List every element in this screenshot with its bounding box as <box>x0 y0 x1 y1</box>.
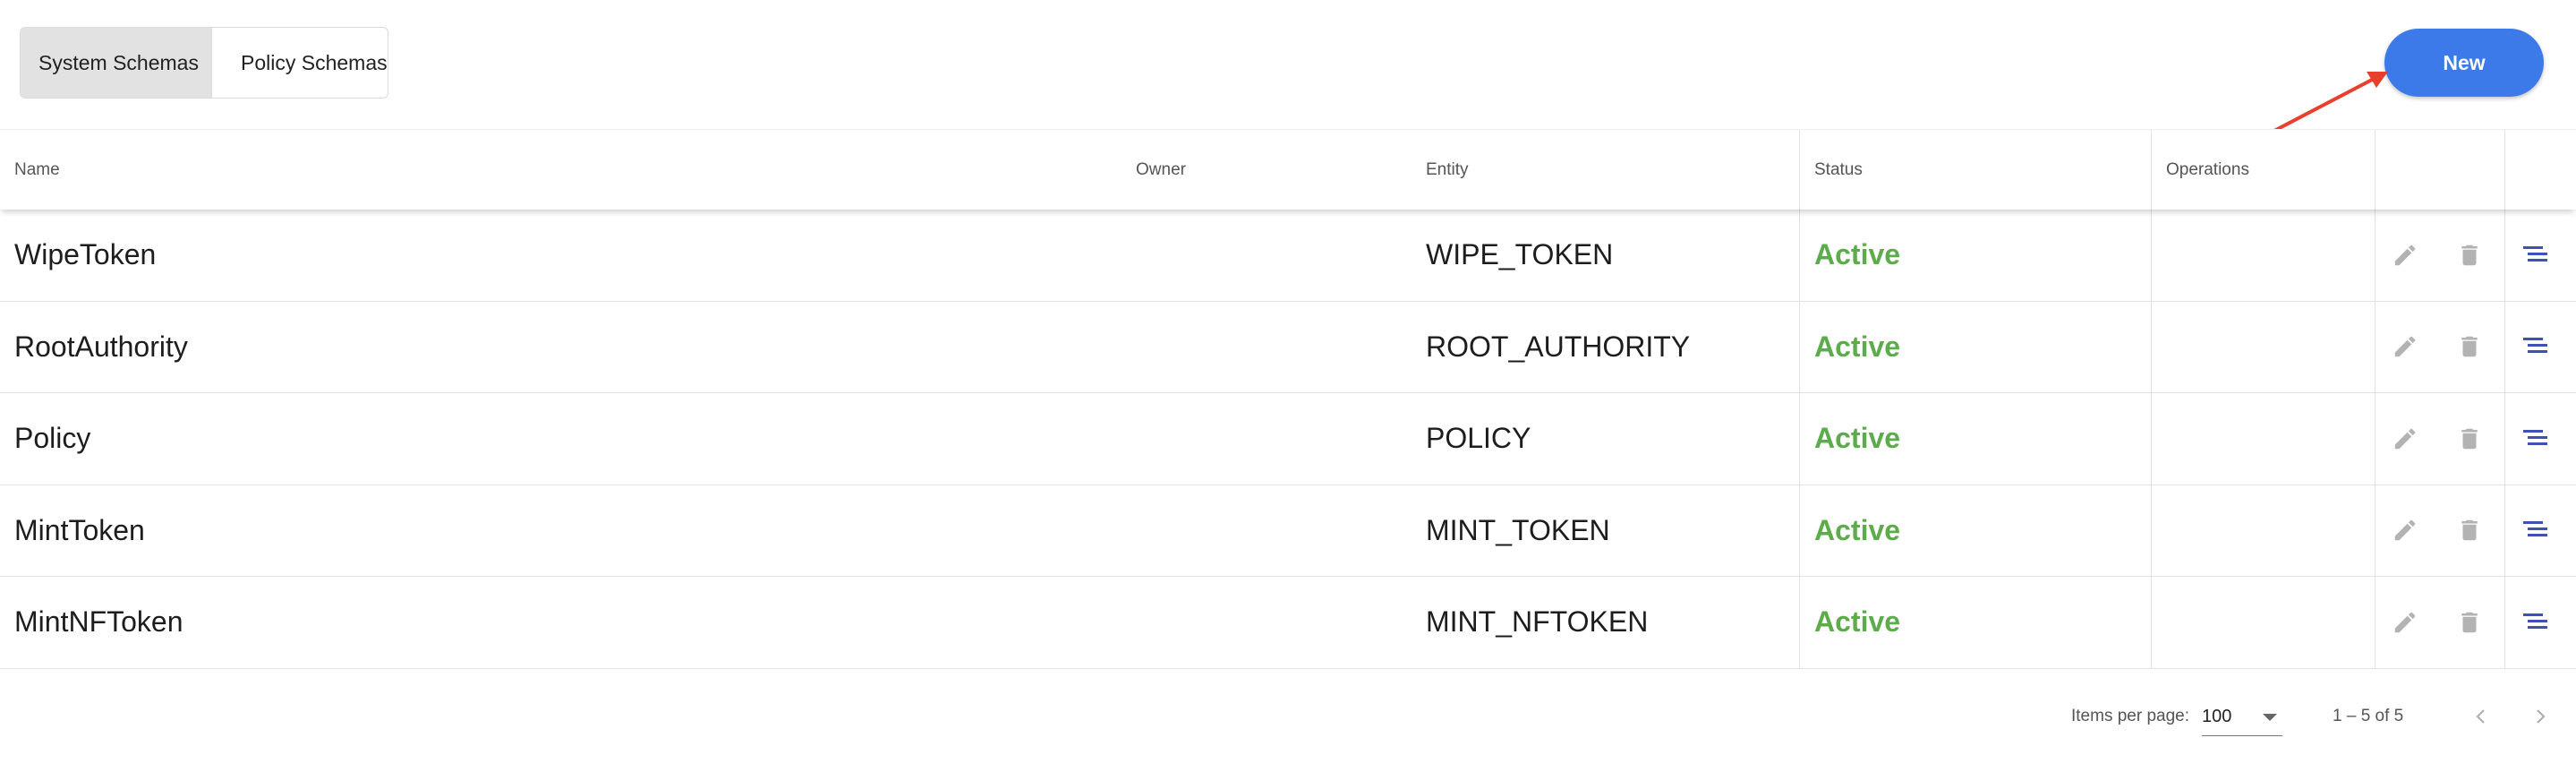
cell-name: WipeToken <box>14 238 157 271</box>
edit-button[interactable] <box>2389 423 2421 455</box>
edit-button[interactable] <box>2389 606 2421 639</box>
table-row: WipeToken WIPE_TOKEN Active <box>0 210 2576 302</box>
column-divider <box>1799 301 1800 392</box>
column-divider <box>2375 577 2376 668</box>
column-divider <box>2375 485 2376 576</box>
tab-policy-schemas[interactable]: Policy Schemas <box>211 28 388 98</box>
chevron-left-icon <box>2476 709 2485 724</box>
document-icon <box>2521 242 2552 269</box>
items-per-page-value: 100 <box>2202 707 2232 726</box>
new-button[interactable]: New <box>2384 29 2544 97</box>
delete-button[interactable] <box>2453 330 2486 363</box>
column-header-entity: Entity <box>1426 159 1469 179</box>
column-divider <box>2504 577 2505 668</box>
document-button[interactable] <box>2521 423 2553 455</box>
edit-icon <box>2392 517 2418 544</box>
chevron-right-icon <box>2537 709 2546 724</box>
column-divider <box>2375 130 2376 210</box>
cell-status: Active <box>1814 605 1901 639</box>
column-divider <box>2151 393 2152 485</box>
column-divider <box>2375 301 2376 392</box>
items-per-page-select[interactable]: 100 <box>2202 699 2282 736</box>
delete-icon <box>2456 609 2483 636</box>
edit-icon <box>2392 333 2418 360</box>
document-icon <box>2521 609 2552 636</box>
column-divider <box>1799 393 1800 485</box>
column-divider <box>1799 130 1800 210</box>
items-per-page-label: Items per page: <box>2071 707 2190 725</box>
cell-entity: WIPE_TOKEN <box>1426 238 1614 271</box>
delete-button[interactable] <box>2453 423 2486 455</box>
cell-status: Active <box>1814 238 1901 271</box>
column-divider <box>2151 210 2152 301</box>
previous-page-button[interactable] <box>2465 700 2497 733</box>
edit-button[interactable] <box>2389 239 2421 271</box>
edit-button[interactable] <box>2389 330 2421 363</box>
schema-tab-group: System Schemas Policy Schemas <box>20 27 388 99</box>
document-icon <box>2521 517 2552 544</box>
column-header-status: Status <box>1814 159 1863 179</box>
column-divider <box>2504 301 2505 392</box>
next-page-button[interactable] <box>2524 700 2556 733</box>
cell-name: Policy <box>14 422 91 455</box>
page-range-label: 1 – 5 of 5 <box>2333 707 2404 725</box>
table-row: Policy POLICY Active <box>0 393 2576 485</box>
delete-icon <box>2456 333 2483 360</box>
column-divider <box>2151 577 2152 668</box>
cell-entity: ROOT_AUTHORITY <box>1426 330 1691 363</box>
delete-icon <box>2456 425 2483 452</box>
column-divider <box>2151 130 2152 210</box>
column-header-owner: Owner <box>1136 159 1186 179</box>
column-divider <box>1799 485 1800 576</box>
document-button[interactable] <box>2521 514 2553 546</box>
table-row: MintToken MINT_TOKEN Active <box>0 485 2576 577</box>
dropdown-caret-icon <box>2263 714 2277 721</box>
column-divider <box>1799 577 1800 668</box>
document-button[interactable] <box>2521 606 2553 639</box>
delete-button[interactable] <box>2453 514 2486 546</box>
tab-system-schemas[interactable]: System Schemas <box>21 28 211 98</box>
cell-entity: MINT_NFTOKEN <box>1426 605 1649 639</box>
edit-icon <box>2392 425 2418 452</box>
column-header-operations: Operations <box>2166 159 2249 179</box>
cell-status: Active <box>1814 330 1901 363</box>
cell-status: Active <box>1814 422 1901 455</box>
cell-entity: MINT_TOKEN <box>1426 513 1610 546</box>
cell-name: MintToken <box>14 513 145 546</box>
column-divider <box>2504 393 2505 485</box>
column-divider <box>2504 210 2505 301</box>
edit-icon <box>2392 609 2418 636</box>
cell-status: Active <box>1814 513 1901 546</box>
column-divider <box>2151 301 2152 392</box>
delete-button[interactable] <box>2453 239 2486 271</box>
column-header-name: Name <box>14 159 60 179</box>
cell-name: RootAuthority <box>14 330 188 363</box>
column-divider <box>2375 393 2376 485</box>
paginator: Items per page: 100 1 – 5 of 5 <box>0 681 2576 752</box>
document-button[interactable] <box>2521 330 2553 363</box>
table-row: MintNFToken MINT_NFTOKEN Active <box>0 577 2576 669</box>
table-header: Name Owner Entity Status Operations <box>0 129 2576 210</box>
column-divider <box>2504 485 2505 576</box>
delete-icon <box>2456 517 2483 544</box>
column-divider <box>2151 485 2152 576</box>
table-row: RootAuthority ROOT_AUTHORITY Active <box>0 301 2576 393</box>
document-icon <box>2521 425 2552 452</box>
document-button[interactable] <box>2521 239 2553 271</box>
delete-icon <box>2456 242 2483 269</box>
cell-name: MintNFToken <box>14 605 183 639</box>
edit-icon <box>2392 242 2418 269</box>
document-icon <box>2521 333 2552 360</box>
column-divider <box>2504 130 2505 210</box>
column-divider <box>1799 210 1800 301</box>
edit-button[interactable] <box>2389 514 2421 546</box>
delete-button[interactable] <box>2453 606 2486 639</box>
schemas-table: Name Owner Entity Status Operations Wipe… <box>0 129 2576 669</box>
column-divider <box>2375 210 2376 301</box>
cell-entity: POLICY <box>1426 422 1531 455</box>
